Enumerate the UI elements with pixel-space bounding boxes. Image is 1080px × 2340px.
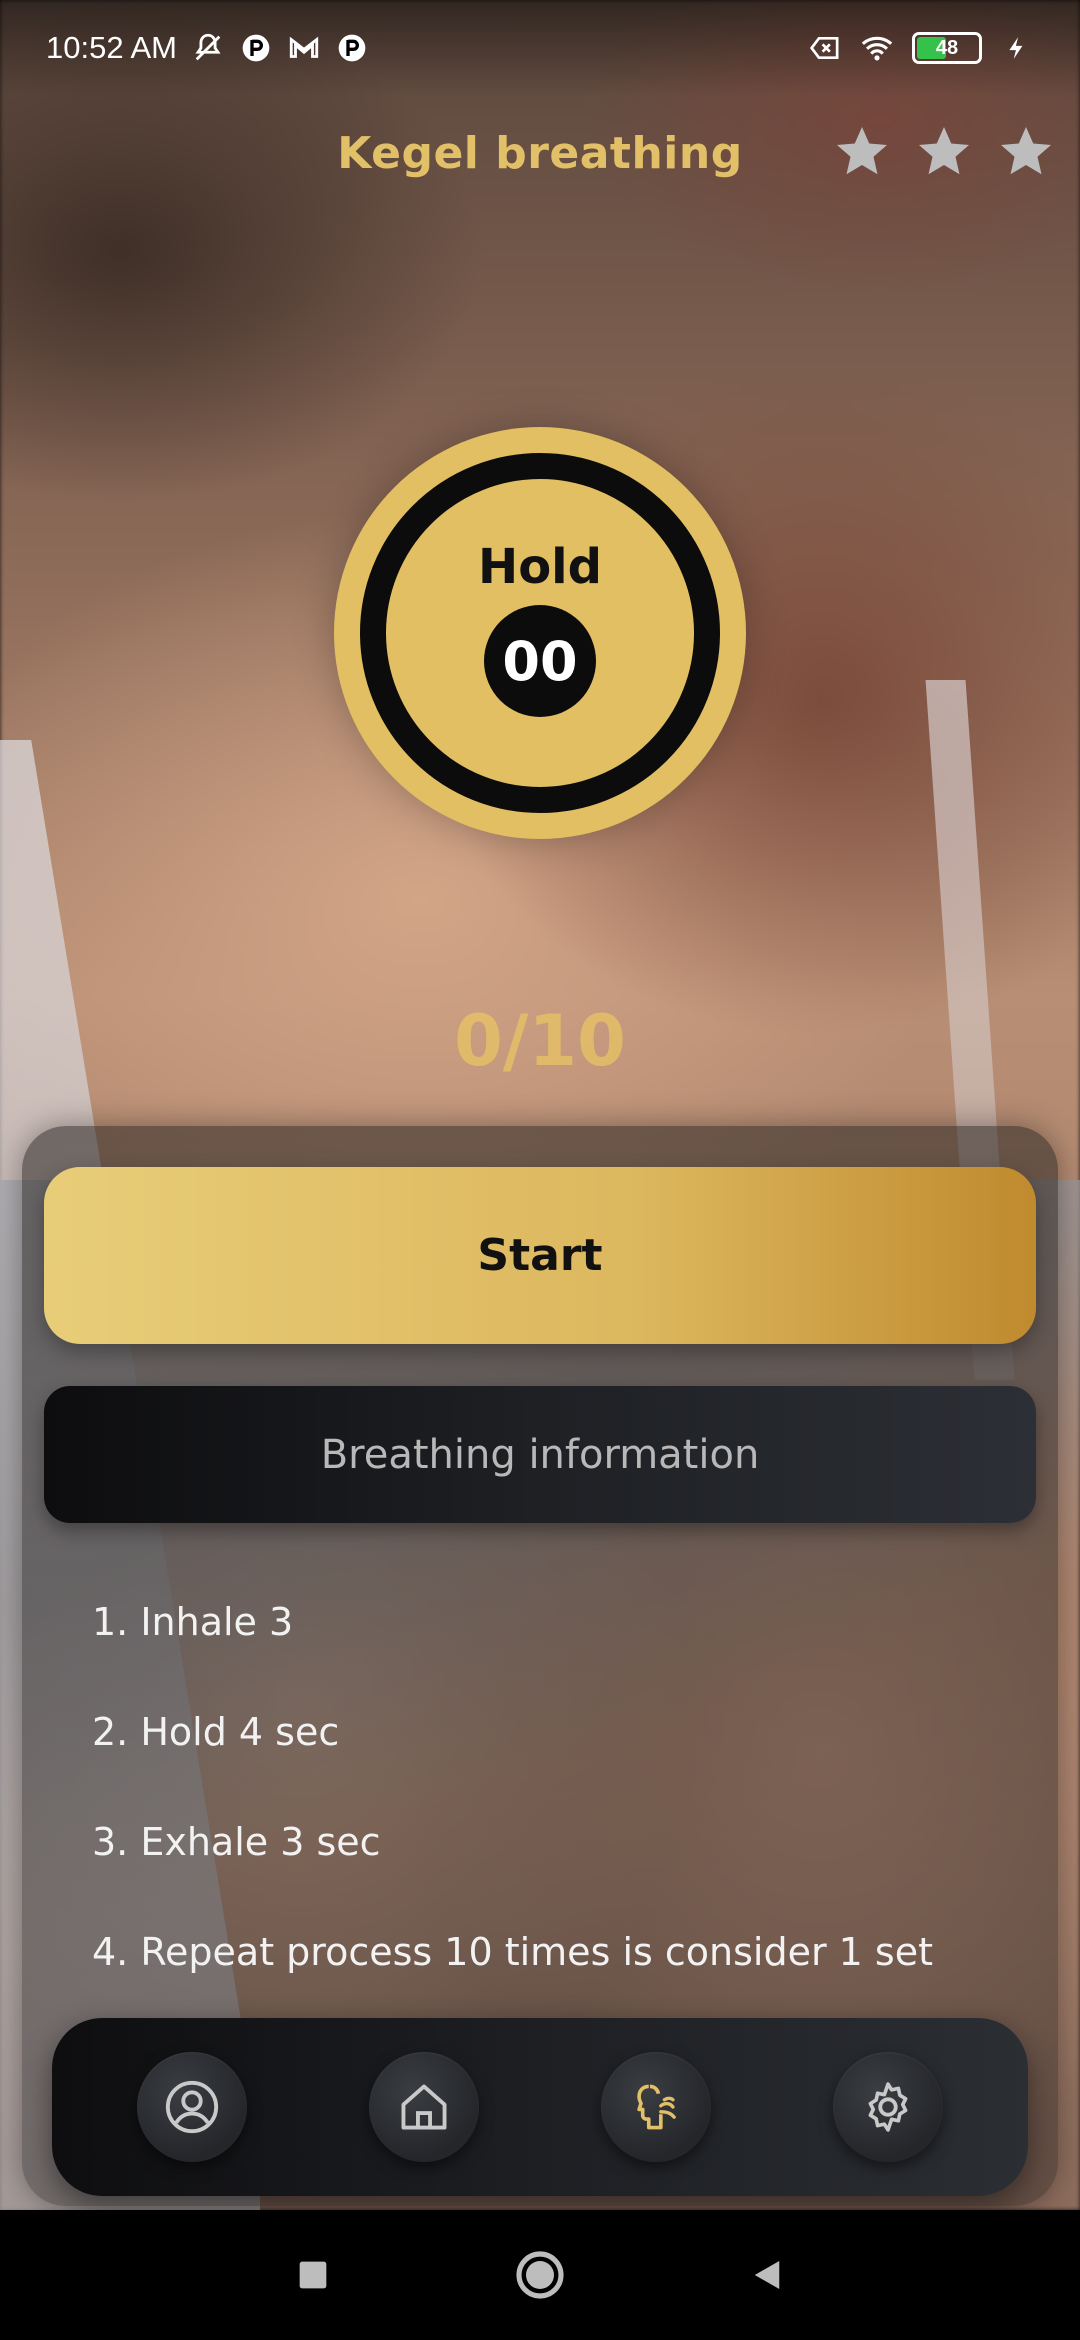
repetition-counter: 0/10 [454,1000,626,1082]
star-icon [919,127,969,175]
gear-icon [868,2082,908,2132]
star-icon [837,127,887,175]
sim-x-icon [808,31,842,65]
notification-app-icon [335,31,369,65]
nav-profile-button[interactable] [137,2052,247,2162]
clock: 10:52 AM [46,30,177,65]
status-bar-left: 10:52 AM [46,30,369,66]
home-icon [401,2084,447,2130]
star-icon [1001,127,1051,175]
charging-icon [1000,31,1034,65]
battery-icon: 48 [912,32,982,64]
nav-home-button[interactable] [369,2052,479,2162]
list-item: 1. Inhale 3 [92,1600,294,1644]
timer-ring: Hold 00 [360,453,720,813]
battery-level: 48 [935,36,959,59]
instruction-list: 1. Inhale 3 2. Hold 4 sec 3. Exhale 3 se… [92,1595,1032,2035]
nav-breathing-button[interactable] [601,2052,711,2162]
timer-count: 00 [484,605,596,717]
breathing-information-button[interactable]: Breathing information [44,1386,1036,1523]
rating-stars [832,122,1056,182]
home-system-button[interactable] [510,2245,570,2305]
square-icon [299,2261,327,2289]
breathing-timer: Hold 00 [334,427,746,839]
status-bar: 10:52 AM 48 [0,0,1080,96]
nav-settings-button[interactable] [833,2052,943,2162]
circle-icon [516,2251,564,2299]
start-button[interactable]: Start [44,1167,1036,1344]
notification-app-icon [239,31,273,65]
list-item: 2. Hold 4 sec [92,1710,340,1754]
profile-icon [165,2080,219,2134]
system-navigation-bar [0,2210,1080,2340]
gmail-icon [287,31,321,65]
wifi-icon [860,31,894,65]
mute-icon [191,31,225,65]
back-triangle-icon [754,2261,779,2289]
recents-button[interactable] [283,2245,343,2305]
back-button[interactable] [737,2245,797,2305]
bottom-navigation [52,2018,1028,2196]
breathing-icon [637,2084,676,2130]
list-item: 3. Exhale 3 sec [92,1820,381,1864]
timer-phase-label: Hold [478,539,602,595]
status-bar-right: 48 [808,31,1034,65]
